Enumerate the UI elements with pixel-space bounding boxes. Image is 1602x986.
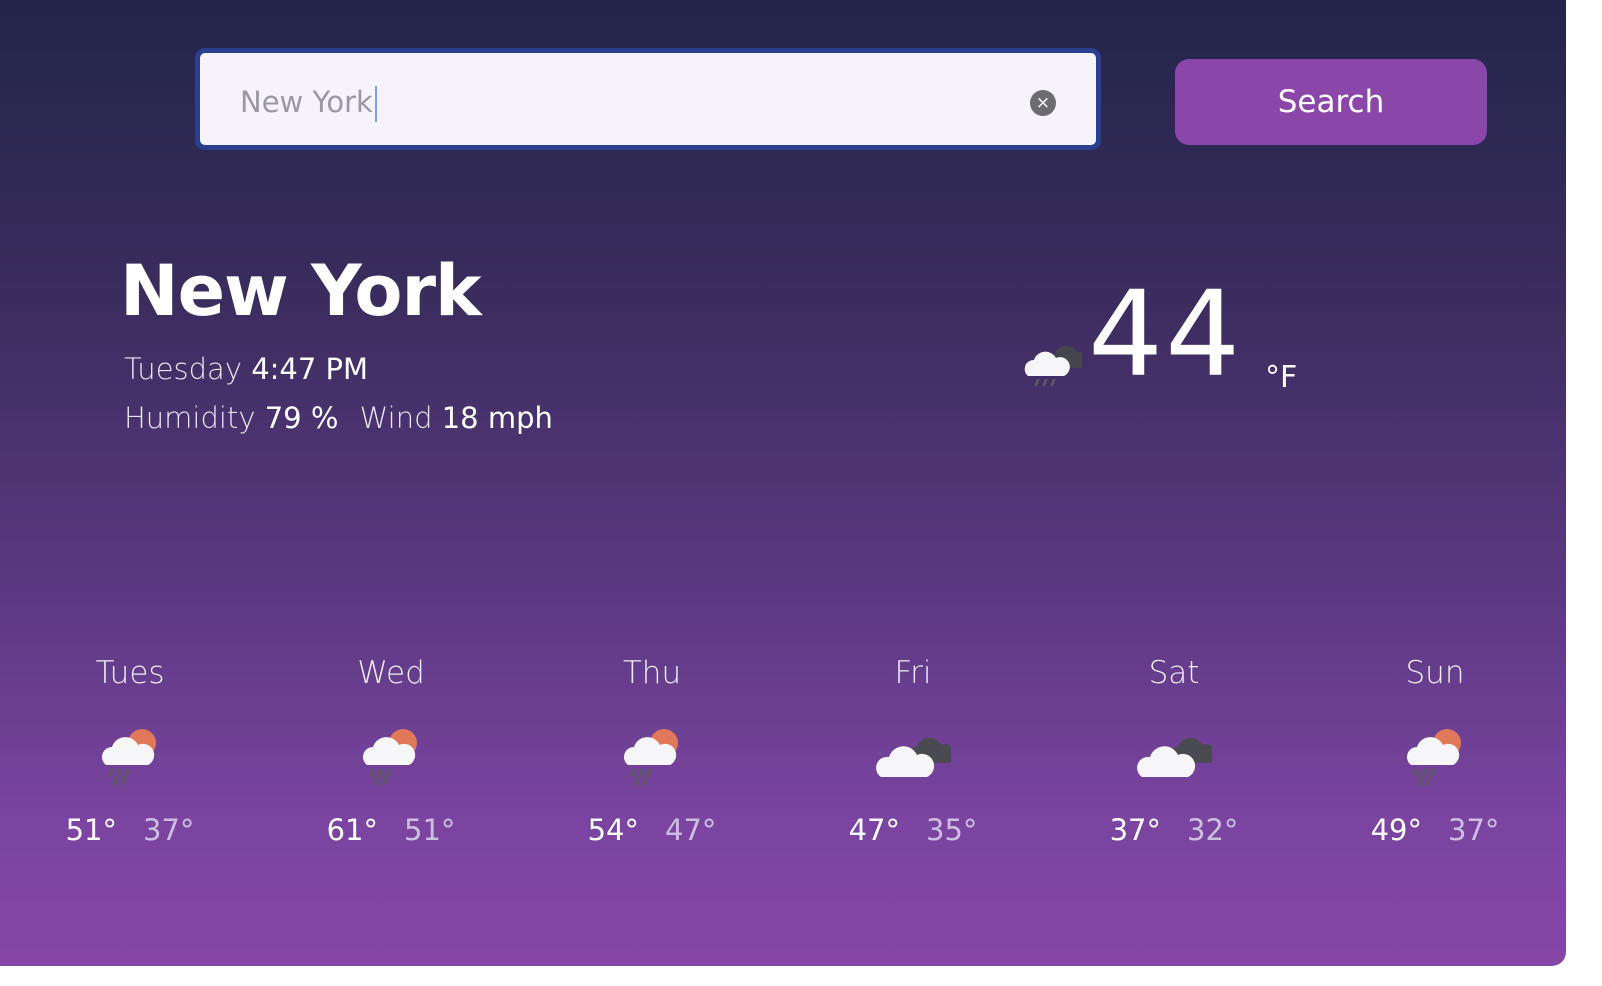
forecast-high: 47° bbox=[848, 813, 900, 847]
conditions: Humidity 79 % Wind 18 mph bbox=[124, 401, 553, 435]
date-time: Tuesday 4:47 PM bbox=[124, 352, 368, 386]
forecast-low: 37° bbox=[143, 813, 195, 847]
forecast-day-wed: Wed 61° 51° bbox=[291, 655, 491, 847]
sun-cloud-rain-icon bbox=[614, 723, 690, 787]
search-input[interactable]: New York × bbox=[195, 48, 1101, 150]
sun-cloud-rain-icon bbox=[92, 723, 168, 787]
current-temperature: 44 bbox=[1088, 265, 1243, 403]
sun-cloud-rain-icon bbox=[1397, 723, 1473, 787]
forecast-day-name: Sun bbox=[1405, 655, 1465, 691]
forecast-day-name: Sat bbox=[1148, 655, 1200, 691]
humidity-label: Humidity bbox=[124, 401, 256, 435]
forecast-low: 37° bbox=[1448, 813, 1500, 847]
forecast-high: 54° bbox=[587, 813, 639, 847]
forecast-low: 47° bbox=[665, 813, 717, 847]
cloud-rain-icon bbox=[1022, 340, 1082, 390]
wind-label: Wind bbox=[359, 401, 433, 435]
cloudy-icon bbox=[1136, 723, 1212, 787]
forecast-low: 51° bbox=[404, 813, 456, 847]
search-button[interactable]: Search bbox=[1175, 59, 1487, 145]
forecast-day-name: Tues bbox=[95, 655, 165, 691]
clear-icon[interactable]: × bbox=[1030, 90, 1056, 116]
forecast-high: 61° bbox=[326, 813, 378, 847]
cloudy-icon bbox=[875, 723, 951, 787]
forecast-low: 35° bbox=[926, 813, 978, 847]
forecast-high: 49° bbox=[1370, 813, 1422, 847]
city-name: New York bbox=[120, 250, 482, 332]
temperature-unit: °F bbox=[1265, 360, 1298, 395]
forecast-day-thu: Thu 54° 47° bbox=[552, 655, 752, 847]
humidity-value: 79 % bbox=[264, 401, 339, 435]
sun-cloud-rain-icon bbox=[353, 723, 429, 787]
forecast-day-tues: Tues 51° 37° bbox=[30, 655, 230, 847]
day-label: Tuesday bbox=[124, 352, 242, 386]
wind-value: 18 mph bbox=[441, 401, 553, 435]
forecast-high: 51° bbox=[65, 813, 117, 847]
forecast-day-fri: Fri 47° 35° bbox=[813, 655, 1013, 847]
text-caret bbox=[375, 86, 377, 122]
weather-app: New York × Search New York Tuesday 4:47 … bbox=[0, 0, 1566, 966]
forecast-high: 37° bbox=[1109, 813, 1161, 847]
forecast-day-sun: Sun 49° 37° bbox=[1335, 655, 1535, 847]
search-input-text: New York bbox=[240, 85, 373, 119]
forecast-day-name: Thu bbox=[622, 655, 682, 691]
forecast-day-sat: Sat 37° 32° bbox=[1074, 655, 1274, 847]
forecast-low: 32° bbox=[1187, 813, 1239, 847]
forecast-day-name: Wed bbox=[357, 655, 425, 691]
time-value: 4:47 PM bbox=[251, 352, 369, 386]
forecast-day-name: Fri bbox=[894, 655, 932, 691]
